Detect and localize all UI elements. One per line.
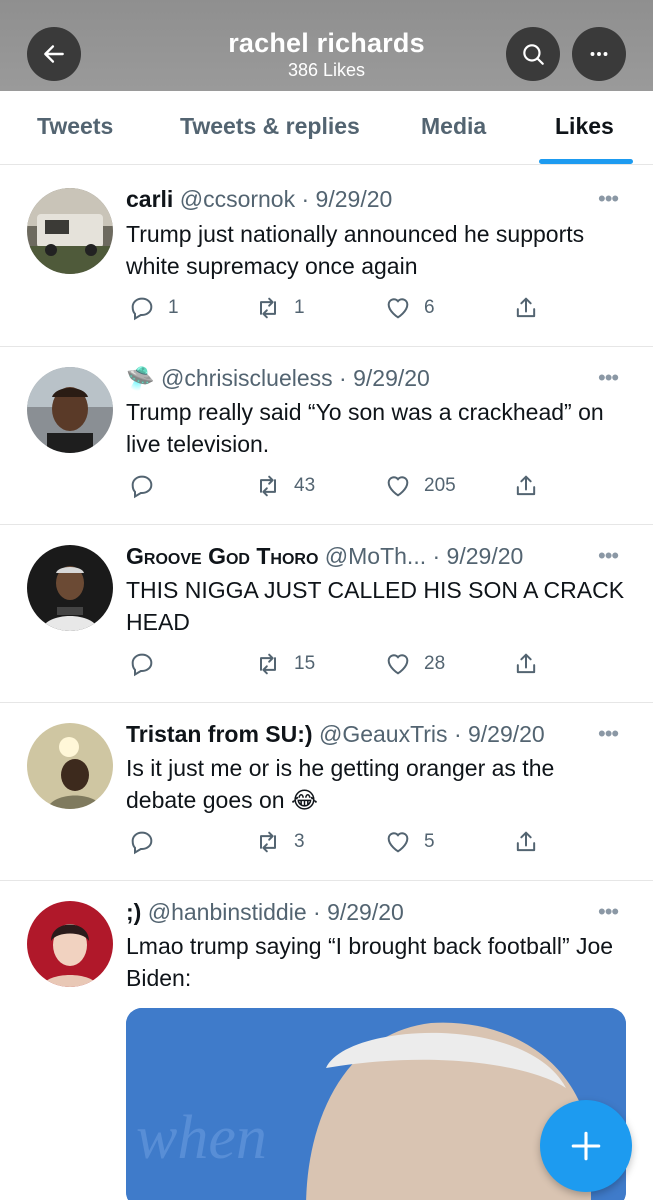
share-button[interactable]: [512, 828, 540, 856]
search-button[interactable]: [506, 27, 560, 81]
tab-tweets-replies[interactable]: Tweets & replies: [180, 113, 360, 140]
tweet-date[interactable]: · 9/29/20: [302, 186, 393, 212]
reply-icon: [131, 831, 153, 855]
share-button[interactable]: [512, 294, 540, 322]
retweet-button[interactable]: 15: [254, 650, 315, 678]
retweet-count: 43: [294, 475, 316, 496]
tab-media[interactable]: Media: [421, 113, 486, 140]
tweet-actions: 15 28: [126, 650, 546, 680]
profile-header: rachel richards 386 Likes: [0, 0, 653, 91]
author-name[interactable]: Groove God Thoro: [126, 543, 318, 569]
share-icon: [516, 831, 536, 852]
retweet-button[interactable]: 43: [254, 472, 315, 500]
like-button[interactable]: 28: [384, 650, 445, 678]
reply-button[interactable]: [128, 650, 168, 678]
heart-icon: [387, 832, 409, 853]
tweet-more-button[interactable]: •••: [598, 186, 619, 212]
author-handle[interactable]: @GeauxTris: [319, 721, 448, 747]
avatar[interactable]: [27, 901, 113, 987]
author-handle[interactable]: @MoTh...: [325, 543, 426, 569]
tweet-meta: Groove God Thoro @MoTh... · 9/29/20: [126, 543, 523, 570]
tweet-actions: 3 5: [126, 828, 546, 858]
like-count: 205: [424, 475, 456, 496]
avatar[interactable]: [27, 723, 113, 809]
profile-tabs: Tweets Tweets & replies Media Likes: [0, 91, 653, 165]
share-icon: [516, 653, 536, 674]
author-name[interactable]: Tristan from SU:): [126, 721, 313, 747]
heart-icon: [387, 654, 409, 675]
svg-text:when: when: [136, 1104, 267, 1172]
like-button[interactable]: 5: [384, 828, 435, 856]
tweet-text: Is it just me or is he getting oranger a…: [126, 755, 555, 813]
like-button[interactable]: 205: [384, 472, 456, 500]
tweet-more-button[interactable]: •••: [598, 899, 619, 925]
share-button[interactable]: [512, 650, 540, 678]
avatar[interactable]: [27, 367, 113, 453]
author-name[interactable]: ;): [126, 899, 141, 925]
tweet-text: THIS NIGGA JUST CALLED HIS SON A CRACK H…: [126, 577, 625, 635]
tweet-more-button[interactable]: •••: [598, 721, 619, 747]
tweet-date[interactable]: · 9/29/20: [339, 365, 430, 391]
active-tab-indicator: [539, 159, 633, 164]
reply-icon: [131, 297, 153, 321]
reply-icon: [131, 475, 153, 499]
heart-icon: [387, 476, 409, 497]
tweet[interactable]: 🛸 @chrisisclueless · 9/29/20 ••• Trump r…: [0, 347, 653, 525]
tweet-date[interactable]: · 9/29/20: [454, 721, 545, 747]
more-horizontal-icon: [590, 52, 608, 56]
author-handle[interactable]: @ccsornok: [180, 186, 295, 212]
tweet-text: Trump just nationally announced he suppo…: [126, 221, 585, 279]
tab-likes[interactable]: Likes: [555, 113, 614, 140]
retweet-button[interactable]: 3: [254, 828, 305, 856]
tweet[interactable]: Tristan from SU:) @GeauxTris · 9/29/20 •…: [0, 703, 653, 881]
share-icon: [516, 475, 536, 496]
tweet-text: Trump really said “Yo son was a crackhea…: [126, 399, 604, 457]
like-count: 5: [424, 831, 435, 852]
retweet-icon: [260, 475, 276, 497]
author-name[interactable]: 🛸: [126, 365, 155, 391]
tweet-more-button[interactable]: •••: [598, 365, 619, 391]
avatar[interactable]: [27, 188, 113, 274]
share-button[interactable]: [512, 472, 540, 500]
reply-button[interactable]: [128, 472, 168, 500]
tab-tweets[interactable]: Tweets: [37, 113, 113, 140]
reply-icon: [131, 653, 153, 677]
tweet-date[interactable]: · 9/29/20: [433, 543, 524, 569]
retweet-button[interactable]: 1: [254, 294, 305, 322]
compose-tweet-button[interactable]: [540, 1100, 632, 1192]
retweet-icon: [260, 831, 276, 853]
tweet-actions: 1 1 6: [126, 294, 546, 324]
reply-button[interactable]: [128, 828, 168, 856]
tweet-meta: ;) @hanbinstiddie · 9/29/20: [126, 899, 404, 926]
avatar[interactable]: [27, 545, 113, 631]
like-count: 28: [424, 653, 446, 674]
tweet[interactable]: Groove God Thoro @MoTh... · 9/29/20 ••• …: [0, 525, 653, 703]
plus-icon: [571, 1131, 601, 1161]
author-name[interactable]: carli: [126, 186, 173, 212]
tweet-text: Lmao trump saying “I brought back footba…: [126, 933, 614, 991]
retweet-icon: [260, 297, 276, 319]
like-button[interactable]: 6: [384, 294, 435, 322]
tweet-date[interactable]: · 9/29/20: [313, 899, 404, 925]
retweet-count: 3: [294, 831, 305, 852]
tweet-meta: 🛸 @chrisisclueless · 9/29/20: [126, 365, 430, 392]
heart-icon: [387, 298, 409, 319]
share-icon: [516, 297, 536, 318]
reply-button[interactable]: 1: [128, 294, 179, 322]
tweet-meta: carli @ccsornok · 9/29/20: [126, 186, 392, 213]
search-icon: [523, 44, 544, 65]
author-handle[interactable]: @hanbinstiddie: [148, 899, 307, 925]
tweet[interactable]: carli @ccsornok · 9/29/20 ••• Trump just…: [0, 166, 653, 347]
tweet-actions: 43 205: [126, 472, 546, 502]
like-count: 6: [424, 297, 435, 318]
tweet-more-button[interactable]: •••: [598, 543, 619, 569]
tweet-meta: Tristan from SU:) @GeauxTris · 9/29/20: [126, 721, 545, 748]
reply-count: 1: [168, 297, 179, 318]
more-button[interactable]: [572, 27, 626, 81]
retweet-icon: [260, 653, 276, 675]
retweet-count: 15: [294, 653, 316, 674]
retweet-count: 1: [294, 297, 305, 318]
author-handle[interactable]: @chrisisclueless: [161, 365, 333, 391]
